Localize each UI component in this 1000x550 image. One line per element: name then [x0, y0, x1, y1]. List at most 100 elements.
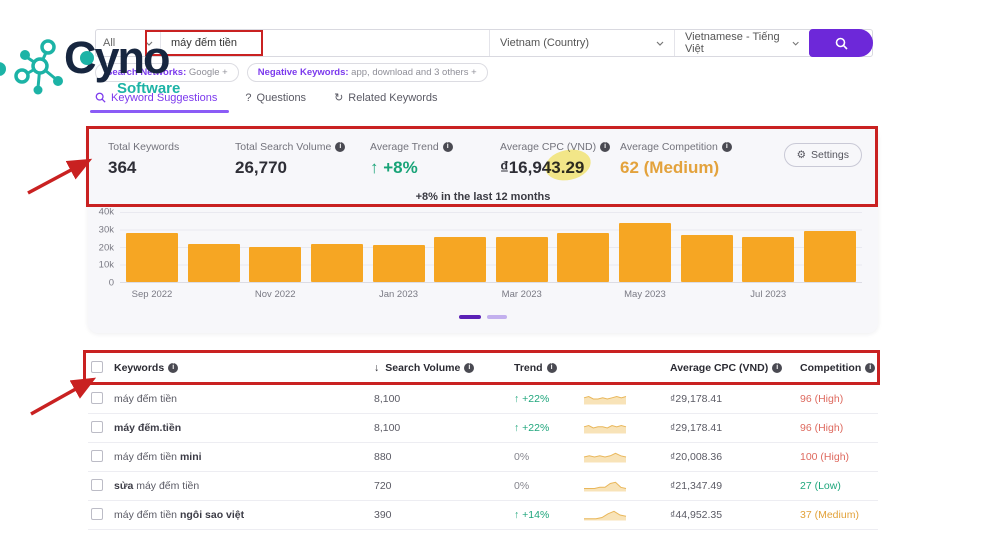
annotation-arrow-stats: [27, 158, 93, 195]
carousel-indicator[interactable]: [487, 315, 507, 319]
stat-average-cpc: Average CPC (VND) ₫16,943.29: [500, 141, 620, 178]
search-button[interactable]: [809, 29, 873, 57]
result-tabs: Keyword Suggestions ? Questions ↻ Relate…: [89, 91, 438, 113]
trend-note: +8% in the last 12 months: [415, 191, 551, 203]
keyword-cell: sửa máy đếm tiền: [114, 480, 200, 492]
chart-plot-area: [120, 212, 862, 283]
competition-cell: 96 (High): [800, 393, 844, 405]
country-select[interactable]: Vietnam (Country): [489, 30, 674, 56]
keyword-cell: máy đếm tiền ngôi sao việt: [114, 509, 245, 521]
chart-bar: [249, 247, 302, 282]
info-icon[interactable]: [546, 363, 557, 373]
search-category-dropdown[interactable]: All: [96, 30, 161, 56]
table-row[interactable]: máy đếm tiền mini 880 0% ₫20,008.36 100 …: [88, 443, 878, 472]
header-trend[interactable]: Trend: [514, 362, 582, 374]
search-volume-cell: 720: [374, 480, 392, 492]
country-value: Vietnam (Country): [500, 37, 590, 49]
chart-bar: [187, 243, 240, 282]
stat-total-search-volume: Total Search Volume 26,770: [235, 141, 370, 178]
table-header-row: Keywords ↓Search Volume Trend Average CP…: [88, 352, 878, 385]
chart-bar: [680, 234, 733, 282]
chart-bar: [619, 222, 671, 282]
row-checkbox[interactable]: [91, 420, 103, 433]
row-checkbox[interactable]: [91, 391, 103, 404]
info-icon[interactable]: [600, 142, 611, 152]
x-axis-label: Jan 2023: [378, 289, 419, 300]
header-competition[interactable]: Competition: [800, 362, 878, 374]
info-icon[interactable]: [335, 142, 346, 152]
y-axis-tick: 0: [108, 277, 114, 289]
gear-icon: ⚙: [796, 149, 807, 161]
tab-questions[interactable]: ? Questions: [245, 91, 306, 113]
cpc-cell: ₫29,178.41: [670, 422, 723, 434]
trend-sparkline: [582, 449, 670, 466]
tab-keyword-suggestions[interactable]: Keyword Suggestions: [89, 91, 230, 113]
language-value: Vietnamese - Tiếng Việt: [685, 31, 780, 55]
total-search-volume-value: 26,770: [235, 158, 287, 177]
y-axis-tick: 30k: [98, 224, 114, 236]
cpc-cell: ₫21,347.49: [670, 480, 723, 492]
info-icon[interactable]: [168, 363, 179, 373]
table-row[interactable]: máy đếm.tiền 8,100 ↑ +22% ₫29,178.41 96 …: [88, 414, 878, 443]
x-axis-label: Sep 2022: [131, 289, 173, 300]
cpc-cell: ₫20,008.36: [670, 451, 723, 463]
select-all-checkbox[interactable]: [91, 360, 103, 373]
competition-cell: 27 (Low): [800, 480, 841, 492]
chart-bar: [803, 231, 856, 282]
search-volume-cell: 8,100: [374, 422, 401, 434]
y-axis-tick: 20k: [98, 242, 114, 253]
x-axis-label: [804, 289, 856, 300]
info-icon[interactable]: [865, 363, 876, 373]
language-select[interactable]: Vietnamese - Tiếng Việt: [674, 30, 809, 56]
chart-carousel-indicators: [88, 315, 878, 319]
y-axis-tick: 40k: [98, 206, 114, 218]
info-icon[interactable]: [721, 142, 732, 152]
chart-bar: [126, 233, 178, 282]
header-search-volume[interactable]: ↓ Search Volume: [374, 362, 514, 374]
settings-button[interactable]: ⚙ Settings: [783, 143, 862, 167]
row-checkbox[interactable]: [91, 478, 103, 491]
stat-total-keywords: Total Keywords 364: [108, 141, 235, 178]
keyword-search-input[interactable]: [161, 30, 489, 56]
y-axis-tick: 10k: [98, 259, 114, 271]
info-icon[interactable]: [464, 363, 475, 373]
table-body: máy đếm tiền 8,100 ↑ +22% ₫29,178.41 96 …: [88, 385, 878, 530]
keywords-table: Keywords ↓Search Volume Trend Average CP…: [88, 352, 878, 530]
trend-cell: ↑ +22%: [514, 422, 550, 434]
filter-chips: Search Networks: Google + Negative Keywo…: [95, 63, 488, 82]
trend-sparkline: [582, 507, 670, 524]
search-volume-cell: 390: [374, 509, 392, 521]
trend-cell: 0%: [514, 480, 530, 492]
carousel-indicator-active[interactable]: [459, 315, 481, 319]
table-row[interactable]: máy đếm tiền 8,100 ↑ +22% ₫29,178.41 96 …: [88, 385, 878, 414]
x-axis-label: [188, 289, 240, 300]
logo-stray-dot: [0, 62, 6, 76]
row-checkbox[interactable]: [91, 449, 103, 462]
trend-cell: ↑ +14%: [514, 509, 550, 521]
header-keywords[interactable]: Keywords: [114, 362, 374, 374]
search-networks-chip[interactable]: Search Networks: Google +: [95, 63, 239, 82]
average-cpc-value: ₫16,943.29: [500, 158, 585, 177]
stat-average-trend: Average Trend ↑ +8%: [370, 141, 500, 178]
chart-bar: [557, 233, 610, 282]
search-volume-cell: 880: [374, 451, 392, 463]
negative-keywords-chip[interactable]: Negative Keywords: app, download and 3 o…: [246, 63, 488, 82]
trend-cell: 0%: [514, 451, 530, 463]
trend-sparkline: [582, 478, 670, 495]
logo-network-icon: [14, 39, 63, 95]
average-competition-value: 62 (Medium): [620, 158, 720, 177]
tab-related-keywords[interactable]: ↻ Related Keywords: [334, 91, 438, 113]
table-row[interactable]: máy đếm tiền ngôi sao việt 390 ↑ +14% ₫4…: [88, 501, 878, 530]
info-icon[interactable]: [442, 142, 453, 152]
x-axis-label: [311, 289, 363, 300]
row-checkbox[interactable]: [91, 507, 103, 520]
chart-bar: [310, 243, 363, 282]
x-axis-label: [557, 289, 609, 300]
table-row[interactable]: sửa máy đếm tiền 720 0% ₫21,347.49 27 (L…: [88, 472, 878, 501]
chevron-down-icon: [792, 41, 799, 46]
x-axis-label: Nov 2022: [254, 289, 296, 300]
overview-card: Total Keywords 364 Total Search Volume 2…: [88, 127, 878, 333]
x-axis-label: May 2023: [624, 289, 666, 300]
header-average-cpc[interactable]: Average CPC (VND): [670, 362, 800, 374]
info-icon[interactable]: [772, 363, 783, 373]
